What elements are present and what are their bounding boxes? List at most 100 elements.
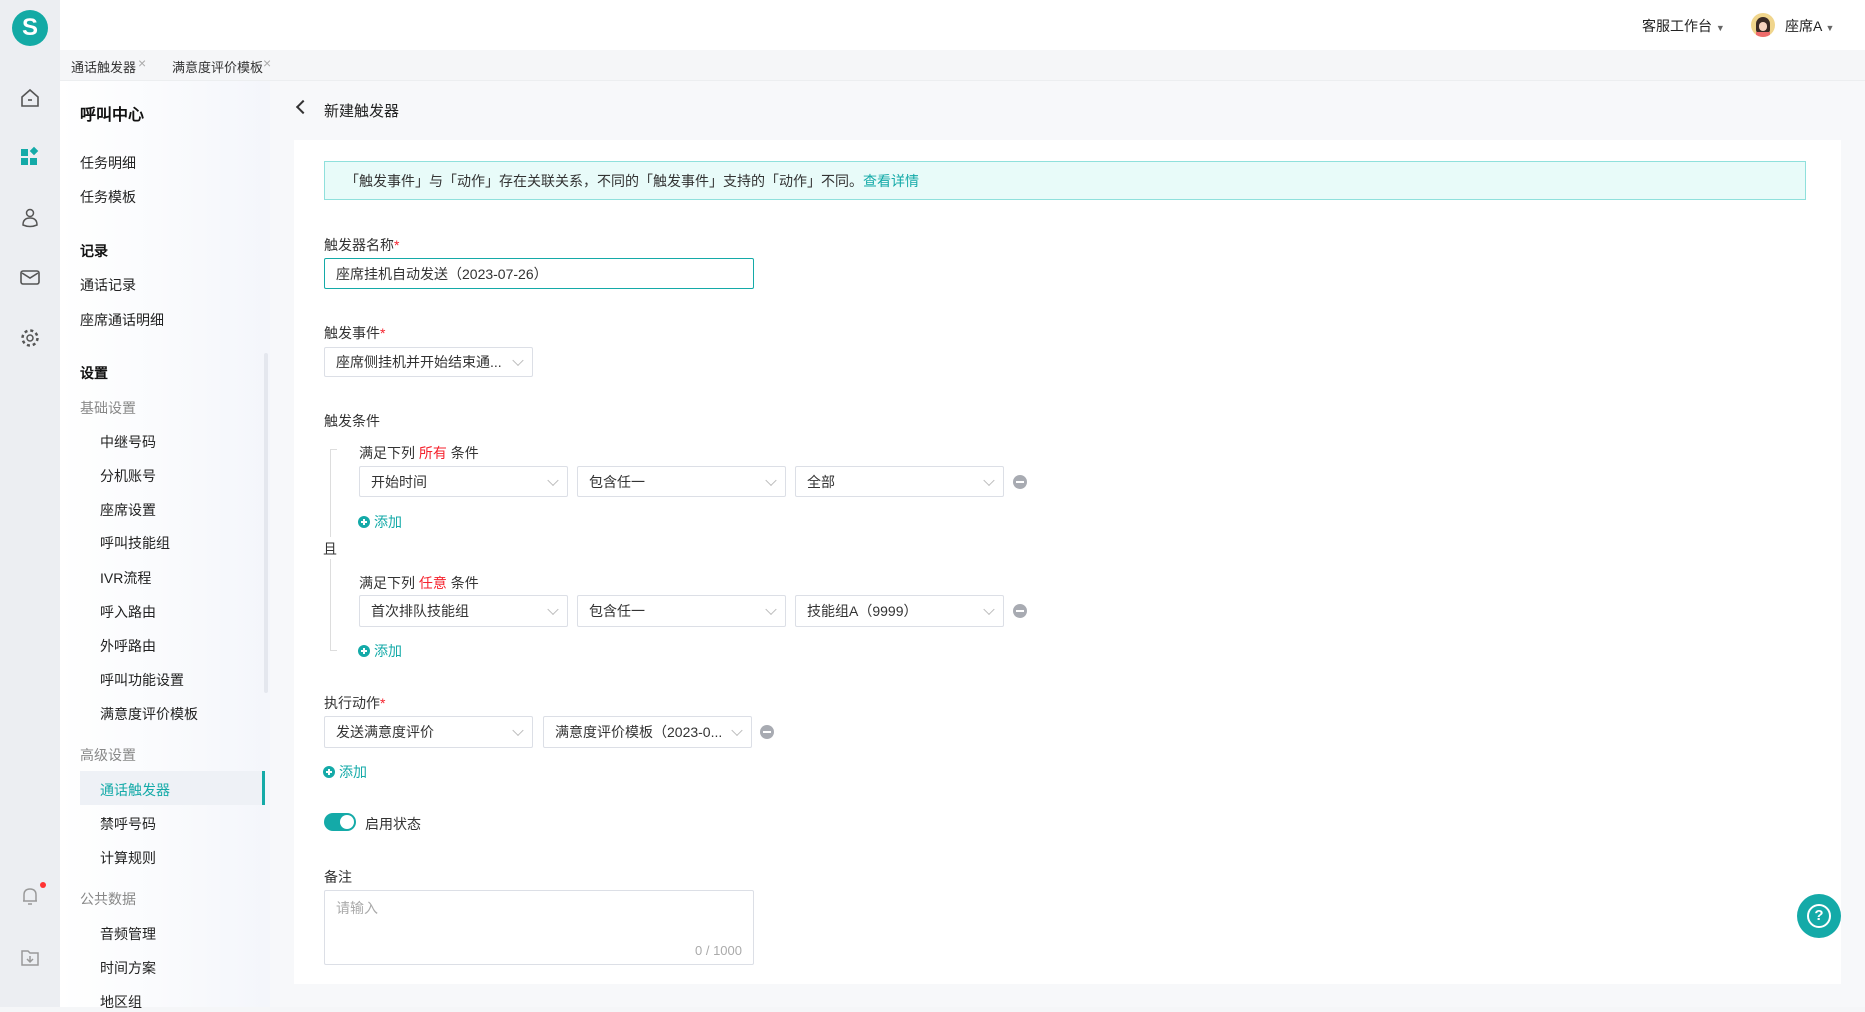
remove-icon[interactable]: [1013, 475, 1027, 489]
add-condition-button[interactable]: 添加: [358, 512, 402, 532]
add-condition-button[interactable]: 添加: [358, 641, 402, 661]
chevron-down-icon: [765, 603, 777, 616]
sidebar: 呼叫中心 任务明细 任务模板 记录 通话记录 座席通话明细 设置 基础设置 中继…: [60, 81, 270, 1010]
group-any-heading: 满足下列 任意 条件: [359, 575, 479, 591]
plus-circle-icon: [358, 516, 370, 528]
trigger-name-input[interactable]: 座席挂机自动发送（2023-07-26）: [324, 258, 754, 289]
trigger-event-select[interactable]: 座席侧挂机并开始结束通...: [324, 347, 533, 377]
chevron-down-icon: [983, 603, 995, 616]
and-label: 且: [323, 541, 337, 557]
group-all-heading: 满足下列 所有 条件: [359, 445, 479, 461]
close-icon[interactable]: ×: [138, 55, 146, 71]
action-type-select[interactable]: 发送满意度评价: [324, 716, 533, 748]
sidebar-scrollbar[interactable]: [264, 353, 268, 693]
condition-field-select[interactable]: 首次排队技能组: [359, 595, 568, 627]
sidebar-item[interactable]: 外呼路由: [100, 636, 156, 656]
condition-field-select[interactable]: 开始时间: [359, 466, 568, 497]
chevron-down-icon: [731, 724, 743, 737]
sidebar-item[interactable]: 分机账号: [100, 466, 156, 486]
action-label: 执行动作*: [324, 695, 386, 711]
bracket-line: [330, 559, 337, 651]
sidebar-item[interactable]: 座席通话明细: [80, 310, 164, 330]
chevron-down-icon: [512, 724, 524, 737]
user-name: 座席A: [1785, 18, 1822, 34]
conditions-label: 触发条件: [324, 413, 380, 429]
sidebar-item[interactable]: 中继号码: [100, 432, 156, 452]
condition-operator-select[interactable]: 包含任一: [577, 595, 786, 627]
sidebar-item[interactable]: 满意度评价模板: [100, 704, 198, 724]
icon-rail: S: [0, 0, 60, 1007]
chevron-down-icon: [547, 603, 559, 616]
sidebar-section: 记录: [80, 243, 108, 259]
sidebar-item-active[interactable]: 通话触发器: [80, 771, 265, 805]
plus-circle-icon: [323, 766, 335, 778]
sidebar-item[interactable]: 音频管理: [100, 924, 156, 944]
logo[interactable]: S: [12, 10, 48, 46]
condition-value-select[interactable]: 全部: [795, 466, 1004, 497]
caret-down-icon: ▼: [1715, 23, 1725, 33]
chevron-down-icon: [547, 474, 559, 486]
workspace-menu[interactable]: 客服工作台 ▼: [1642, 16, 1725, 36]
top-bar: 客服工作台 ▼ 座席A ▼: [60, 0, 1865, 50]
chevron-down-icon: [512, 354, 524, 367]
sidebar-group: 基础设置: [80, 400, 136, 416]
view-details-link[interactable]: 查看详情: [863, 171, 919, 191]
sidebar-group: 高级设置: [80, 747, 136, 763]
sidebar-item[interactable]: 呼叫技能组: [100, 533, 170, 553]
sidebar-item[interactable]: IVR流程: [100, 568, 151, 588]
sidebar-item-label: 通话触发器: [100, 782, 170, 798]
enabled-toggle[interactable]: [324, 813, 356, 831]
action-template-select[interactable]: 满意度评价模板（2023-0...: [543, 716, 752, 748]
condition-operator-select[interactable]: 包含任一: [577, 466, 786, 497]
page-title: 新建触发器: [324, 103, 400, 120]
tab-bar: 通话触发器 × 满意度评价模板 ×: [60, 50, 1865, 81]
caret-down-icon: ▼: [1825, 23, 1835, 33]
close-icon[interactable]: ×: [263, 55, 271, 71]
mail-icon[interactable]: [19, 266, 41, 288]
add-action-button[interactable]: 添加: [323, 762, 367, 782]
chevron-down-icon: [765, 474, 777, 486]
char-counter: 0 / 1000: [695, 943, 742, 958]
question-icon: ?: [1807, 904, 1831, 928]
trigger-event-label: 触发事件*: [324, 325, 386, 341]
workspace-label: 客服工作台: [1642, 18, 1712, 34]
chevron-down-icon: [983, 474, 995, 486]
sidebar-item[interactable]: 呼叫功能设置: [100, 670, 184, 690]
download-folder-icon[interactable]: [19, 947, 41, 969]
remove-icon[interactable]: [1013, 604, 1027, 618]
alert-text: 「触发事件」与「动作」存在关联关系，不同的「触发事件」支持的「动作」不同。: [345, 172, 863, 189]
sidebar-item[interactable]: 座席设置: [100, 500, 156, 520]
remark-textarea[interactable]: 请输入 0 / 1000: [324, 890, 754, 965]
sidebar-section: 设置: [80, 365, 108, 381]
sidebar-item[interactable]: 任务明细: [80, 153, 136, 173]
remove-icon[interactable]: [760, 725, 774, 739]
home-icon[interactable]: [19, 87, 41, 109]
sidebar-title: 呼叫中心: [80, 107, 145, 124]
sidebar-group: 公共数据: [80, 891, 136, 907]
notification-dot: [40, 882, 46, 888]
user-menu[interactable]: 座席A ▼: [1785, 16, 1834, 36]
avatar[interactable]: [1751, 13, 1775, 37]
sidebar-item[interactable]: 计算规则: [100, 848, 156, 868]
gear-icon[interactable]: [19, 327, 41, 349]
sidebar-item[interactable]: 任务模板: [80, 187, 136, 207]
sidebar-item[interactable]: 呼入路由: [100, 602, 156, 622]
info-alert: 「触发事件」与「动作」存在关联关系，不同的「触发事件」支持的「动作」不同。 查看详…: [324, 161, 1806, 200]
trigger-name-label: 触发器名称*: [324, 237, 400, 253]
enabled-label: 启用状态: [365, 816, 421, 832]
sidebar-item[interactable]: 通话记录: [80, 275, 136, 295]
remark-placeholder: 请输入: [336, 900, 378, 916]
remark-label: 备注: [324, 869, 352, 885]
apps-icon[interactable]: [19, 146, 41, 168]
plus-circle-icon: [358, 645, 370, 657]
help-button[interactable]: ?: [1797, 894, 1841, 938]
sidebar-item[interactable]: 时间方案: [100, 958, 156, 978]
sidebar-item[interactable]: 禁呼号码: [100, 814, 156, 834]
bracket-line: [330, 449, 337, 537]
tab-call-trigger[interactable]: 通话触发器: [71, 57, 136, 76]
bell-icon[interactable]: [19, 885, 41, 907]
condition-value-select[interactable]: 技能组A（9999）: [795, 595, 1004, 627]
agent-icon[interactable]: [19, 207, 41, 229]
sidebar-item[interactable]: 地区组: [100, 992, 142, 1012]
tab-satisfaction-template[interactable]: 满意度评价模板: [172, 57, 263, 76]
